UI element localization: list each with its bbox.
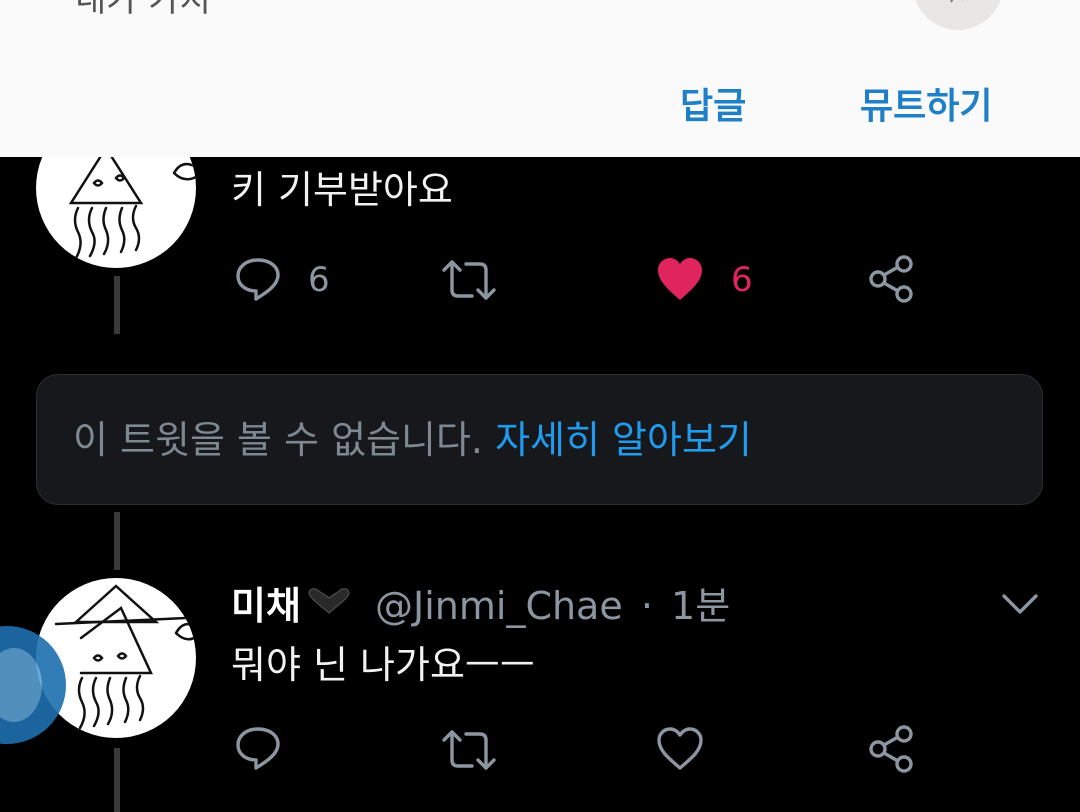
tweet-menu-button[interactable]	[1000, 588, 1040, 622]
heart-outline-icon	[657, 727, 703, 770]
black-heart-emoji-icon	[308, 588, 350, 614]
learn-more-link[interactable]: 자세히 알아보기	[495, 418, 752, 462]
retweet-icon	[442, 260, 496, 300]
chevron-down-icon	[1002, 594, 1038, 614]
reply-action[interactable]	[234, 724, 282, 776]
reply-icon	[236, 258, 280, 301]
reply-icon	[236, 727, 280, 770]
unavailable-message: 이 트윗을 볼 수 없습니다.	[73, 418, 483, 462]
heart-icon	[658, 258, 702, 300]
notification-banner: 내가 가지 답글 뮤트하기	[0, 0, 1080, 157]
share-icon	[869, 255, 913, 303]
avatar[interactable]	[36, 578, 196, 738]
tweet-unavailable-notice: 이 트윗을 볼 수 없습니다. 자세히 알아보기	[36, 374, 1043, 505]
reply-button[interactable]: 답글	[680, 84, 746, 130]
thread-line	[114, 748, 120, 812]
tweet-header: 미채 @Jinmi_Chae · 1분	[231, 581, 730, 631]
thread-line	[114, 512, 120, 570]
notification-text: 내가 가지	[75, 0, 211, 20]
tweet-text: 키 기부받아요	[231, 168, 453, 212]
separator-dot: ·	[640, 584, 653, 628]
timestamp[interactable]: 1분	[671, 584, 730, 628]
user-handle[interactable]: @Jinmi_Chae	[375, 584, 623, 628]
retweet-icon	[442, 730, 496, 770]
display-name[interactable]: 미채	[231, 584, 301, 628]
like-count: 6	[731, 260, 753, 300]
share-icon	[869, 725, 913, 773]
share-action[interactable]	[866, 724, 916, 778]
reply-count: 6	[308, 260, 330, 300]
retweet-action[interactable]	[440, 256, 498, 308]
notification-avatar	[913, 0, 1003, 30]
tweet-text: 뭐야 닌 나가요ㅡㅡ	[231, 643, 535, 687]
thread-line	[114, 276, 120, 334]
retweet-action[interactable]	[440, 726, 498, 778]
mute-button[interactable]: 뮤트하기	[860, 84, 992, 130]
like-action[interactable]	[656, 726, 704, 776]
share-action[interactable]	[866, 254, 916, 308]
like-action[interactable]	[656, 256, 704, 306]
reply-action[interactable]	[234, 255, 282, 307]
jellyfish-drawing-icon	[54, 584, 196, 730]
